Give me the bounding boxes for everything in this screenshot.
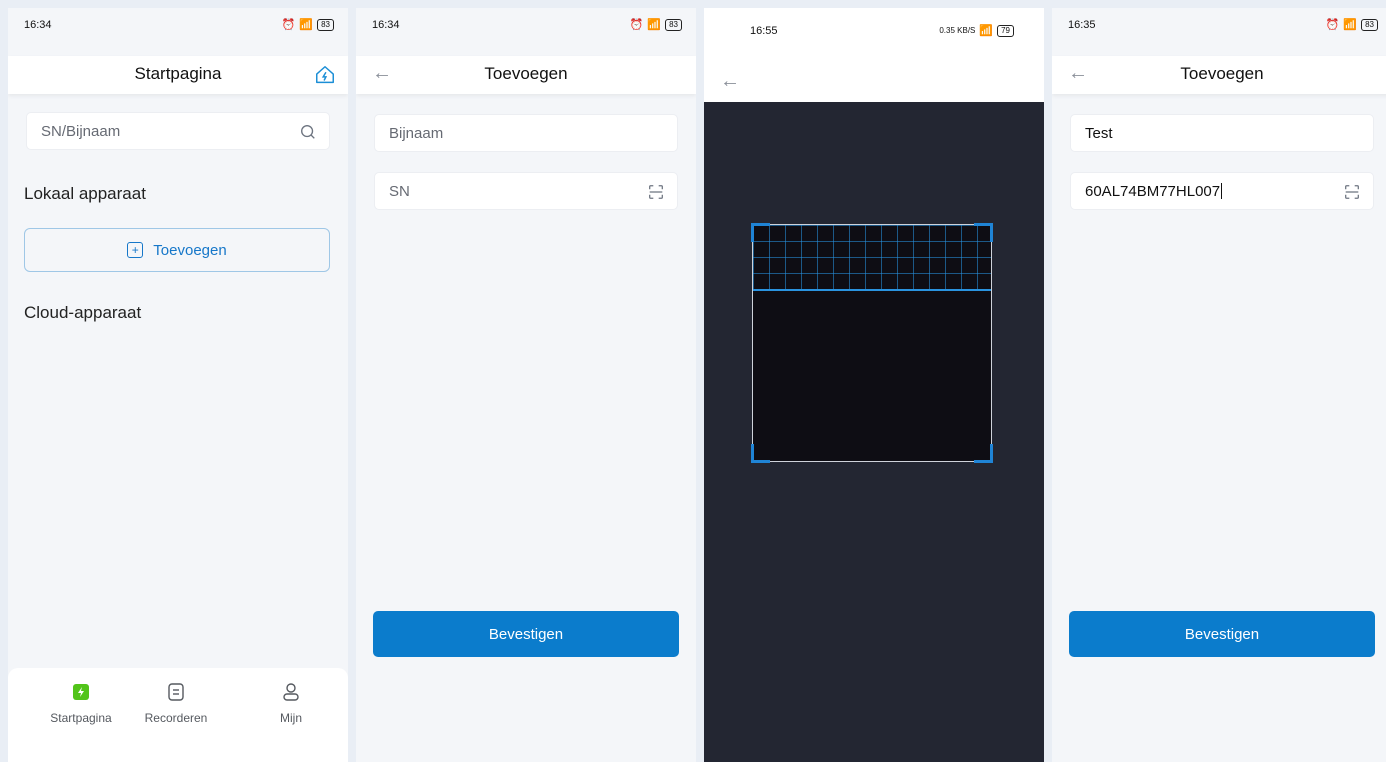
back-arrow-icon[interactable]: ← [720,70,740,93]
nav-startpagina[interactable]: Startpagina [41,682,121,725]
top-bar: ← Toevoegen [356,56,696,94]
top-bar: ← Toevoegen [1052,56,1386,94]
camera-preview [704,102,1044,762]
scan-frame [751,223,993,463]
confirm-button[interactable]: Bevestigen [373,611,679,657]
net-speed: 0.35 KB/S [939,26,976,35]
document-icon [168,683,184,701]
status-bar: 16:55 0.35 KB/S 📶 79 [704,14,1044,44]
status-time: 16:34 [372,19,400,31]
status-time: 16:35 [1068,19,1096,31]
nickname-input[interactable]: Test [1070,114,1374,152]
top-bar: Startpagina [8,56,348,94]
page-title: Toevoegen [1180,64,1264,83]
nickname-input[interactable]: Bijnaam [374,114,678,152]
cloud-device-heading: Cloud-apparaat [24,303,142,322]
page-title: Toevoegen [484,64,568,83]
status-bar: 16:34 ⏰ 📶 83 [8,8,348,38]
battery-icon: 83 [665,18,682,31]
scan-line-grid [753,225,991,291]
battery-icon: 83 [317,18,334,31]
nav-recorderen-label: Recorderen [144,711,208,725]
signal-icon: 📶 [1343,19,1358,31]
status-icons: ⏰ 📶 83 [630,18,682,31]
user-icon [283,683,299,701]
nav-mijn-label: Mijn [279,711,302,725]
alarm-icon: ⏰ [629,19,644,31]
nav-mijn[interactable]: Mijn [251,682,331,725]
sn-input[interactable]: SN [374,172,678,210]
bolt-icon [73,684,89,700]
frame-corner [974,444,993,463]
nickname-value: Test [1085,125,1113,142]
frame-corner [751,444,770,463]
status-icons: ⏰ 📶 83 [282,18,334,31]
battery-icon: 83 [1361,18,1378,31]
confirm-button[interactable]: Bevestigen [1069,611,1375,657]
home-lightning-icon[interactable] [314,64,336,86]
add-device-screen-empty: 16:34 ⏰ 📶 83 ← Toevoegen Bijnaam SN Beve… [356,8,696,762]
add-device-screen-filled: 16:35 ⏰ 📶 83 ← Toevoegen Test 60AL74BM77… [1052,8,1386,762]
frame-corner [974,223,993,242]
page-title: Startpagina [134,64,222,83]
search-input[interactable]: SN/Bijnaam [26,112,330,150]
status-bar: 16:35 ⏰ 📶 83 [1052,8,1386,38]
alarm-icon: ⏰ [1325,19,1340,31]
sn-value: 60AL74BM77HL007 [1085,183,1221,200]
sn-input[interactable]: 60AL74BM77HL007 [1070,172,1374,210]
status-time: 16:55 [750,25,778,37]
search-icon[interactable] [299,123,317,141]
bottom-nav: Startpagina Recorderen Mijn [8,668,348,762]
sn-value-wrap: 60AL74BM77HL007 [1085,183,1223,200]
plus-icon: + [127,242,144,258]
scan-icon[interactable] [1343,183,1361,201]
battery-icon: 79 [997,24,1014,37]
status-icons: 0.35 KB/S 📶 79 [939,24,1014,37]
local-device-heading: Lokaal apparaat [24,184,146,203]
signal-icon: 📶 [299,19,314,31]
alarm-icon: ⏰ [281,19,296,31]
signal-icon: 📶 [647,19,662,31]
scanner-screen: 16:55 0.35 KB/S 📶 79 ← [704,8,1044,762]
frame-corner [751,223,770,242]
scan-icon[interactable] [647,183,665,201]
nav-startpagina-label: Startpagina [50,711,112,725]
status-time: 16:34 [24,19,52,31]
sn-placeholder: SN [389,183,410,200]
nav-recorderen[interactable]: Recorderen [136,682,216,725]
status-icons: ⏰ 📶 83 [1326,18,1378,31]
add-device-button[interactable]: + Toevoegen [24,228,330,272]
home-screen: 16:34 ⏰ 📶 83 Startpagina SN/Bijnaam Loka… [8,8,348,762]
text-cursor [1221,183,1223,199]
search-placeholder: SN/Bijnaam [41,123,121,140]
nickname-placeholder: Bijnaam [389,125,444,142]
status-bar: 16:34 ⏰ 📶 83 [356,8,696,38]
add-device-label: Toevoegen [153,241,227,259]
wifi-icon: 📶 [979,25,994,37]
